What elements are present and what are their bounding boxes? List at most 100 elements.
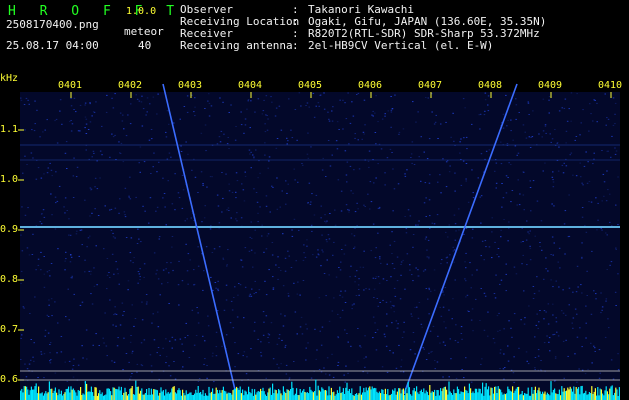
baseline-bar bbox=[354, 394, 356, 400]
noise-speck bbox=[177, 284, 180, 286]
noise-speck bbox=[463, 233, 465, 235]
noise-speck bbox=[393, 305, 395, 307]
noise-speck bbox=[92, 150, 95, 152]
noise-speck bbox=[49, 162, 51, 164]
noise-speck bbox=[499, 329, 501, 331]
baseline-bar bbox=[108, 388, 110, 400]
noise-speck bbox=[151, 138, 153, 140]
noise-speck bbox=[181, 280, 184, 282]
noise-speck bbox=[328, 238, 331, 240]
noise-speck bbox=[607, 150, 609, 152]
noise-speck bbox=[347, 372, 349, 374]
noise-speck bbox=[513, 356, 515, 358]
noise-speck bbox=[111, 360, 113, 362]
noise-speck bbox=[343, 374, 345, 376]
noise-speck bbox=[23, 104, 26, 105]
noise-speck bbox=[195, 335, 198, 336]
noise-speck bbox=[97, 215, 100, 216]
noise-speck bbox=[454, 223, 457, 225]
noise-speck bbox=[589, 103, 591, 105]
noise-speck bbox=[389, 244, 391, 246]
noise-speck bbox=[231, 191, 234, 193]
noise-speck bbox=[577, 286, 579, 288]
noise-speck bbox=[522, 254, 524, 256]
noise-speck bbox=[428, 256, 430, 258]
baseline-bar bbox=[590, 393, 592, 400]
noise-speck bbox=[159, 294, 161, 296]
baseline-bar bbox=[518, 386, 520, 400]
noise-speck bbox=[204, 205, 206, 207]
noise-speck bbox=[505, 192, 508, 194]
noise-speck bbox=[548, 99, 550, 101]
noise-speck bbox=[528, 136, 531, 138]
noise-speck bbox=[299, 294, 301, 296]
noise-speck bbox=[373, 288, 376, 290]
noise-speck bbox=[287, 183, 289, 185]
noise-speck bbox=[73, 97, 76, 99]
noise-speck bbox=[201, 221, 203, 223]
noise-speck bbox=[194, 176, 197, 178]
noise-speck bbox=[75, 233, 78, 235]
noise-speck bbox=[562, 172, 565, 174]
baseline-bar bbox=[118, 386, 120, 400]
noise-speck bbox=[194, 97, 196, 99]
noise-speck bbox=[235, 126, 237, 127]
noise-speck bbox=[596, 102, 598, 104]
noise-speck bbox=[542, 98, 545, 100]
baseline-bar bbox=[537, 390, 539, 400]
noise-speck bbox=[252, 154, 254, 156]
noise-speck bbox=[263, 321, 265, 323]
baseline-bar bbox=[94, 387, 96, 400]
noise-speck bbox=[276, 177, 278, 179]
baseline-bar bbox=[201, 394, 203, 400]
baseline-bar bbox=[560, 395, 562, 400]
noise-speck bbox=[110, 208, 113, 210]
noise-speck bbox=[139, 268, 141, 270]
noise-speck bbox=[112, 324, 114, 326]
noise-speck bbox=[265, 248, 268, 250]
baseline-bar bbox=[342, 388, 344, 400]
noise-speck bbox=[158, 236, 161, 238]
baseline-bar bbox=[526, 393, 528, 400]
noise-speck bbox=[563, 377, 565, 379]
noise-speck bbox=[430, 290, 432, 292]
noise-speck bbox=[151, 371, 153, 373]
baseline-bar bbox=[242, 389, 244, 400]
noise-speck bbox=[22, 306, 25, 308]
baseline-bar bbox=[210, 391, 212, 400]
noise-speck bbox=[397, 183, 400, 185]
baseline-bar bbox=[192, 395, 194, 400]
noise-speck bbox=[275, 264, 277, 266]
noise-speck bbox=[139, 146, 142, 148]
noise-speck bbox=[72, 376, 75, 378]
noise-speck bbox=[122, 314, 124, 316]
noise-speck bbox=[378, 282, 381, 284]
noise-speck bbox=[576, 336, 579, 338]
noise-speck bbox=[527, 101, 529, 103]
noise-speck bbox=[96, 188, 99, 190]
baseline-bar bbox=[594, 388, 596, 400]
noise-speck bbox=[349, 122, 352, 124]
noise-speck bbox=[363, 250, 365, 252]
noise-speck bbox=[187, 283, 189, 285]
noise-speck bbox=[412, 246, 414, 248]
noise-speck bbox=[197, 246, 199, 248]
noise-speck bbox=[68, 360, 71, 362]
noise-speck bbox=[402, 128, 405, 130]
noise-speck bbox=[211, 252, 214, 253]
noise-speck bbox=[530, 137, 532, 138]
noise-speck bbox=[149, 354, 152, 356]
noise-speck bbox=[249, 293, 252, 295]
baseline-bar bbox=[267, 392, 269, 400]
noise-speck bbox=[344, 381, 346, 383]
noise-speck bbox=[203, 270, 205, 272]
noise-speck bbox=[600, 292, 602, 294]
baseline-bar bbox=[539, 391, 541, 400]
noise-speck bbox=[96, 160, 98, 162]
noise-speck bbox=[174, 209, 176, 211]
baseline-bar bbox=[186, 394, 188, 400]
noise-speck bbox=[381, 118, 384, 120]
noise-speck bbox=[582, 109, 584, 111]
noise-speck bbox=[307, 202, 309, 204]
noise-speck bbox=[153, 339, 156, 341]
